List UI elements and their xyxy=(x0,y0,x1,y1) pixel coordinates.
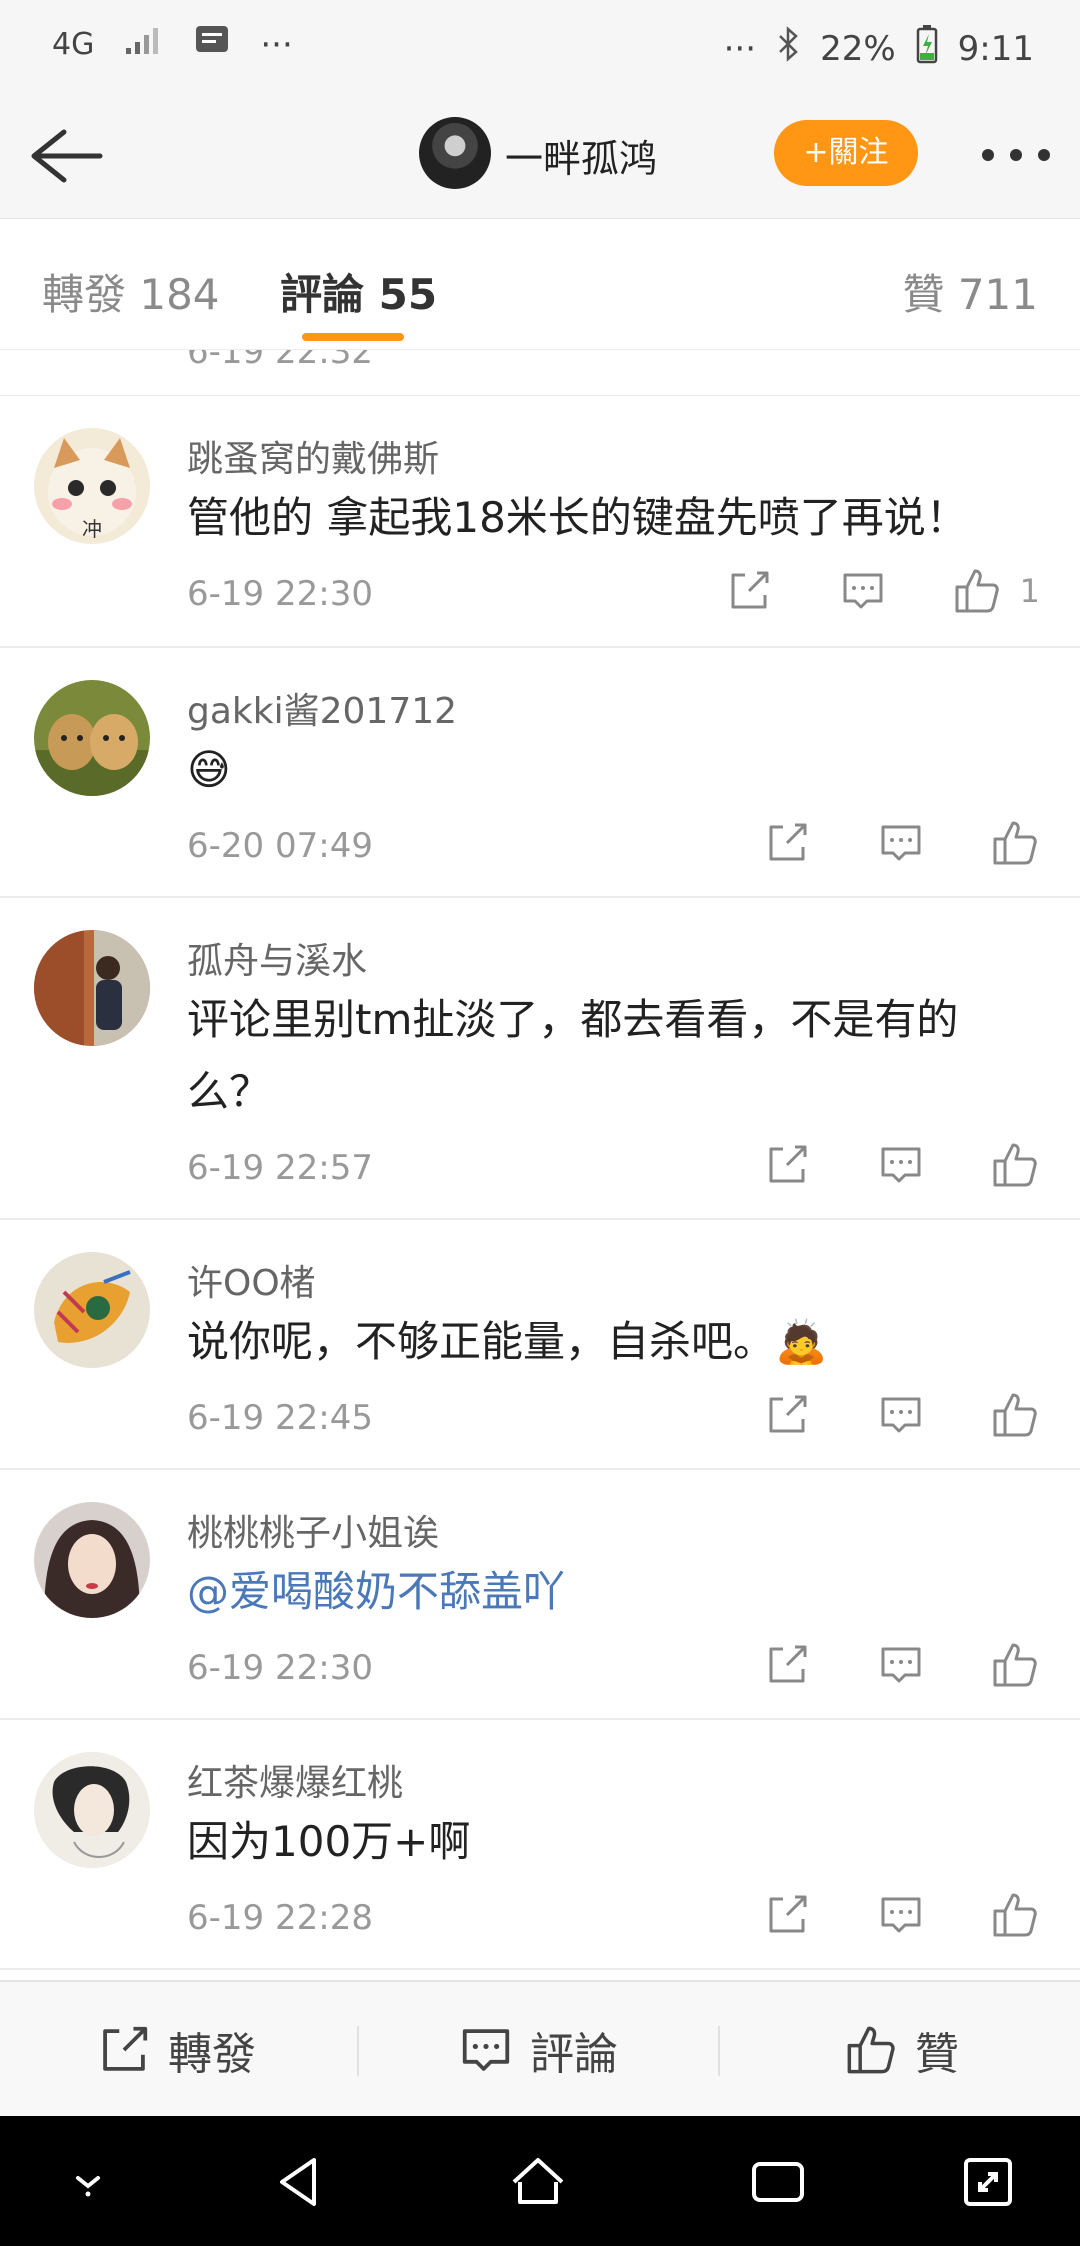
clipped-comment-row: 6-19 22:32 xyxy=(0,350,1080,397)
reply-button[interactable] xyxy=(876,818,926,868)
comment-item: 冲 跳蚤窝的戴佛斯 管他的 拿起我18米长的键盘先喷了再说！ 6-19 22:3… xyxy=(0,396,1080,648)
message-icon xyxy=(194,24,230,65)
comment-time: 6-19 22:28 xyxy=(187,1898,373,1938)
comment-label: 評論 xyxy=(530,2029,618,2080)
home-nav-icon[interactable] xyxy=(508,2152,568,2212)
comment-actions xyxy=(698,1140,1040,1190)
comment-text: 因为100万+啊 xyxy=(187,1817,471,1866)
comment-text: 评论里别tm扯淡了，都去看看，不是有的么？ xyxy=(187,995,959,1116)
status-overflow: ··· xyxy=(723,28,757,69)
comment-time: 6-19 22:57 xyxy=(187,1148,373,1188)
status-bar: 4G ··· ··· 22% 9:11 xyxy=(0,0,1080,92)
share-button[interactable] xyxy=(762,1890,812,1940)
commenter-name[interactable]: 孤舟与溪水 xyxy=(187,932,367,984)
divider xyxy=(357,2026,359,2076)
reply-button[interactable] xyxy=(876,1640,926,1690)
comment-actions: 1 xyxy=(660,566,1040,616)
repost-label: 轉發 xyxy=(168,2029,256,2080)
divider xyxy=(718,2026,720,2076)
comment-time: 6-19 22:30 xyxy=(187,574,373,614)
comment-time: 6-19 22:45 xyxy=(187,1398,373,1438)
fullscreen-nav-icon[interactable] xyxy=(958,2152,1018,2212)
comment-item: 红茶爆爆红桃 因为100万+啊 6-19 22:28 xyxy=(0,1720,1080,1970)
tab-likes[interactable]: 贊 711 xyxy=(902,261,1038,322)
thumbs-up-icon xyxy=(845,2024,897,2076)
reply-button[interactable] xyxy=(838,566,888,616)
comment-actions xyxy=(698,818,1040,868)
comment-text: 😅 xyxy=(187,745,231,794)
share-button[interactable] xyxy=(762,818,812,868)
comment-time: 6-20 07:49 xyxy=(187,826,373,866)
avatar[interactable] xyxy=(34,680,150,796)
avatar[interactable] xyxy=(34,930,150,1046)
like-button[interactable] xyxy=(990,1140,1040,1190)
reply-button[interactable] xyxy=(876,1140,926,1190)
like-label: 贊 xyxy=(915,2029,959,2080)
like-button[interactable] xyxy=(990,1890,1040,1940)
share-button[interactable] xyxy=(762,1390,812,1440)
tab-reposts[interactable]: 轉發 184 xyxy=(42,261,220,322)
active-tab-indicator xyxy=(302,333,404,341)
top-nav-bar: 一畔孤鸿 +關注 xyxy=(0,92,1080,219)
like-button[interactable] xyxy=(990,1640,1040,1690)
battery-icon xyxy=(916,24,938,73)
comment-item: 桃桃桃子小姐诶 @爱喝酸奶不舔盖吖 6-19 22:30 xyxy=(0,1470,1080,1720)
comment-time: 6-19 22:30 xyxy=(187,1648,373,1688)
comment-item: 许OO楮 说你呢，不够正能量，自杀吧。🙇 6-19 22:45 xyxy=(0,1220,1080,1470)
system-nav-bar xyxy=(0,2116,1080,2246)
reply-button[interactable] xyxy=(876,1890,926,1940)
battery-percent: 22% xyxy=(820,28,896,69)
comment-button[interactable]: 評論 xyxy=(460,1982,618,2118)
avatar[interactable] xyxy=(34,1502,150,1618)
comment-item: gakki酱201712 😅 6-20 07:49 xyxy=(0,648,1080,898)
recents-nav-icon[interactable] xyxy=(748,2152,808,2212)
notification-overflow: ··· xyxy=(260,24,293,65)
comment-actions xyxy=(698,1390,1040,1440)
share-button[interactable] xyxy=(724,566,774,616)
more-options-button[interactable] xyxy=(976,130,1056,180)
comment-icon xyxy=(460,2024,512,2076)
back-nav-icon[interactable] xyxy=(270,2152,330,2212)
avatar[interactable]: 冲 xyxy=(34,428,150,544)
mention-link[interactable]: @爱喝酸奶不舔盖吖 xyxy=(187,1556,1027,1628)
bottom-action-bar: 轉發 評論 贊 xyxy=(0,1980,1080,2118)
svg-text:冲: 冲 xyxy=(82,517,102,541)
network-type: 4G xyxy=(52,27,95,62)
repost-icon xyxy=(98,2024,150,2076)
author-avatar[interactable] xyxy=(419,117,491,189)
hide-nav-icon[interactable] xyxy=(58,2152,118,2212)
comment-actions xyxy=(698,1640,1040,1690)
repost-button[interactable]: 轉發 xyxy=(98,1982,256,2118)
like-button[interactable] xyxy=(990,1390,1040,1440)
like-button[interactable] xyxy=(990,818,1040,868)
like-count: 1 xyxy=(1019,572,1040,610)
avatar[interactable] xyxy=(34,1752,150,1868)
clock: 9:11 xyxy=(957,28,1034,69)
commenter-name[interactable]: gakki酱201712 xyxy=(187,682,457,734)
commenter-name[interactable]: 跳蚤窝的戴佛斯 xyxy=(187,430,439,482)
share-button[interactable] xyxy=(762,1640,812,1690)
share-button[interactable] xyxy=(762,1140,812,1190)
back-button[interactable] xyxy=(26,116,106,196)
author-name[interactable]: 一畔孤鸿 xyxy=(505,128,657,183)
tab-bar: 轉發 184 評論 55 贊 711 xyxy=(0,219,1080,350)
reply-button[interactable] xyxy=(876,1390,926,1440)
follow-button[interactable]: +關注 xyxy=(774,120,918,186)
avatar[interactable] xyxy=(34,1252,150,1368)
comment-time: 6-19 22:32 xyxy=(187,350,373,372)
tab-comments[interactable]: 評論 55 xyxy=(280,261,437,322)
comment-actions xyxy=(698,1890,1040,1940)
like-post-button[interactable]: 贊 xyxy=(845,1982,959,2118)
commenter-name[interactable]: 桃桃桃子小姐诶 xyxy=(187,1504,439,1556)
comment-item: 孤舟与溪水 评论里别tm扯淡了，都去看看，不是有的么？ 6-19 22:57 xyxy=(0,898,1080,1220)
bluetooth-icon xyxy=(776,26,800,71)
comment-text: 管他的 拿起我18米长的键盘先喷了再说！ xyxy=(187,493,968,542)
signal-icon xyxy=(124,25,164,65)
commenter-name[interactable]: 许OO楮 xyxy=(187,1254,316,1306)
commenter-name[interactable]: 红茶爆爆红桃 xyxy=(187,1754,403,1806)
comment-text: 说你呢，不够正能量，自杀吧。🙇 xyxy=(187,1317,828,1366)
like-button[interactable] xyxy=(952,566,1002,616)
